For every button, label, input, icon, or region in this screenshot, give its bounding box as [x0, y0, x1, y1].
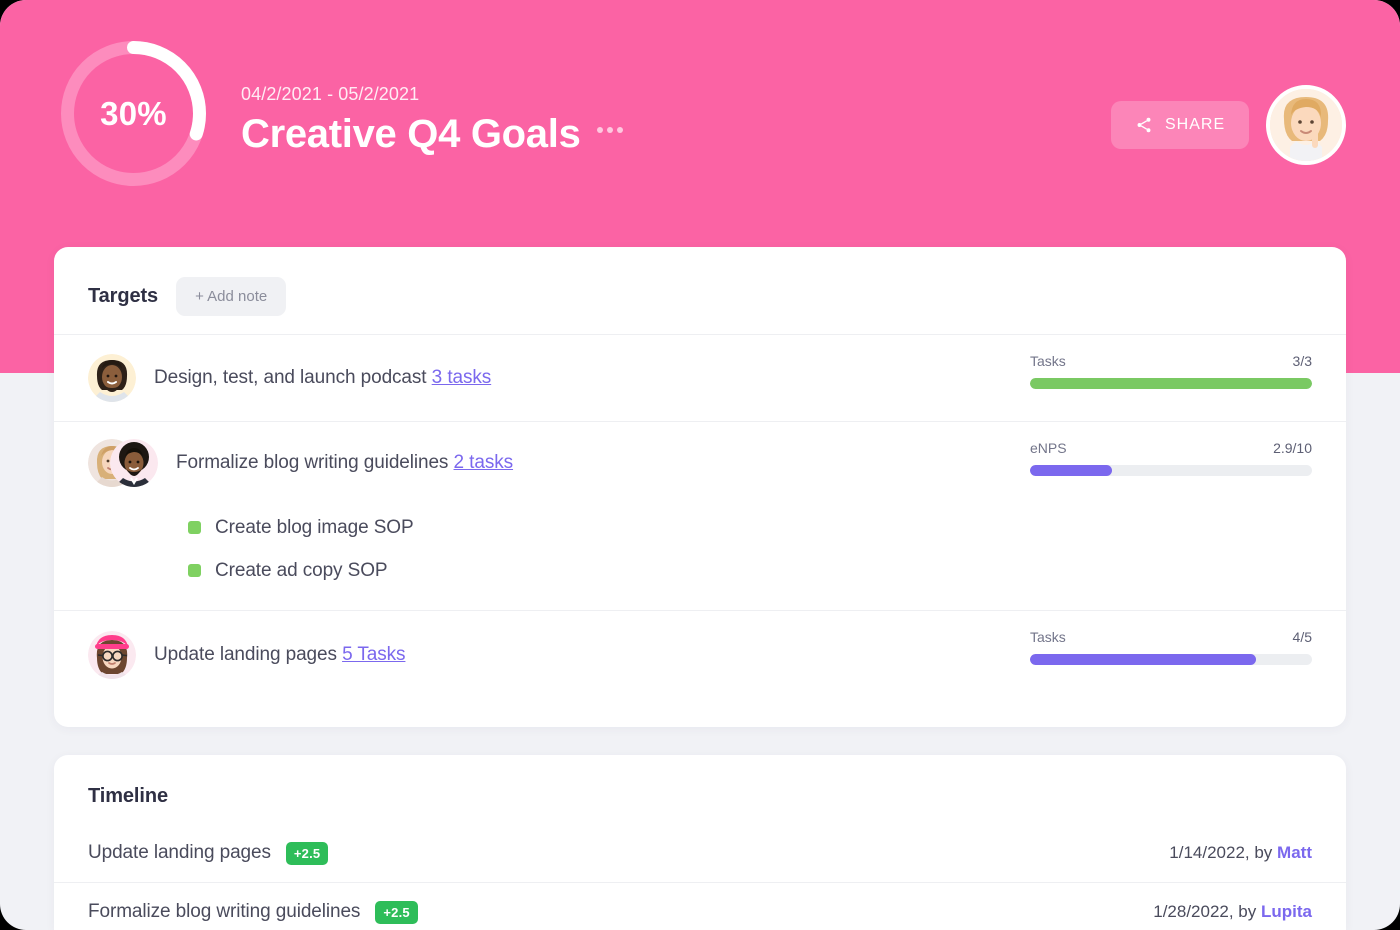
timeline-date: 1/28/2022, by [1153, 902, 1261, 921]
progress-percent-label: 30% [100, 94, 167, 132]
progress-bar-track [1030, 378, 1312, 389]
subtask-item[interactable]: Create ad copy SOP [188, 549, 1312, 592]
avatar-female-glasses-icon [88, 631, 136, 679]
subtask-label: Create ad copy SOP [215, 559, 388, 581]
target-row-text: Formalize blog writing guidelines 2 task… [176, 452, 513, 474]
target-title: Formalize blog writing guidelines [176, 452, 449, 473]
timeline-row-left: Update landing pages +2.5 [88, 841, 329, 865]
metric-value: 2.9/10 [1273, 440, 1312, 456]
target-task-link[interactable]: 3 tasks [432, 367, 492, 388]
targets-title: Targets [88, 285, 159, 307]
metric-header: Tasks 3/3 [1030, 353, 1312, 369]
share-icon [1137, 117, 1151, 133]
target-row[interactable]: Update landing pages 5 Tasks Tasks 4/5 [54, 610, 1346, 699]
targets-header: Targets + Add note [54, 247, 1346, 316]
progress-bar-track [1030, 465, 1312, 476]
progress-bar-track [1030, 654, 1312, 665]
page-title: Creative Q4 Goals [241, 112, 581, 156]
avatar-glyph [88, 354, 136, 402]
timeline-item-name: Formalize blog writing guidelines [88, 901, 361, 922]
metric-header: eNPS 2.9/10 [1030, 440, 1312, 456]
avatar-male-afro-icon [110, 439, 158, 487]
timeline-author[interactable]: Lupita [1261, 902, 1312, 921]
avatar-group [88, 439, 158, 487]
target-title: Design, test, and launch podcast [154, 367, 427, 388]
share-button-label: SHARE [1165, 116, 1226, 133]
timeline-header: Timeline [54, 755, 1346, 814]
metric-label: Tasks [1030, 629, 1066, 645]
ellipsis-icon[interactable] [596, 127, 623, 141]
timeline-row-meta: 1/14/2022, by Matt [1169, 843, 1312, 863]
timeline-row-meta: 1/28/2022, by Lupita [1153, 902, 1312, 922]
timeline-title: Timeline [88, 785, 168, 807]
avatar[interactable] [1266, 85, 1346, 165]
avatar-glyph [110, 439, 158, 487]
target-metric: Tasks 4/5 [1030, 629, 1312, 665]
metric-label: eNPS [1030, 440, 1067, 456]
avatar-male-beard-icon [88, 354, 136, 402]
title-row: Creative Q4 Goals [241, 113, 623, 155]
progress-bar-fill [1030, 465, 1112, 476]
date-range: 04/2/2021 - 05/2/2021 [241, 84, 420, 104]
timeline-row[interactable]: Formalize blog writing guidelines +2.5 1… [54, 882, 1346, 930]
target-task-link[interactable]: 5 Tasks [342, 644, 405, 665]
user-avatar-icon [1270, 89, 1342, 161]
avatar-glyph [88, 631, 136, 679]
subtask-status-icon [188, 521, 201, 534]
target-row[interactable]: Formalize blog writing guidelines 2 task… [54, 421, 1346, 610]
header-text-block: 04/2/2021 - 05/2/2021 Creative Q4 Goals [241, 84, 623, 155]
timeline-row-left: Formalize blog writing guidelines +2.5 [88, 900, 418, 924]
targets-card: Targets + Add note Design, test, and lau… [54, 247, 1346, 727]
target-title: Update landing pages [154, 644, 337, 665]
progress-ring: 30% [53, 33, 214, 194]
target-metric: eNPS 2.9/10 [1030, 440, 1312, 476]
app-page: 30% 04/2/2021 - 05/2/2021 Creative Q4 Go… [0, 0, 1400, 930]
metric-label: Tasks [1030, 353, 1066, 369]
target-metric: Tasks 3/3 [1030, 353, 1312, 389]
subtask-label: Create blog image SOP [215, 516, 414, 538]
metric-header: Tasks 4/5 [1030, 629, 1312, 645]
metric-value: 3/3 [1292, 353, 1312, 369]
subtask-item[interactable]: Create blog image SOP [188, 506, 1312, 549]
metric-value: 4/5 [1292, 629, 1312, 645]
subtask-status-icon [188, 564, 201, 577]
timeline-author[interactable]: Matt [1277, 843, 1312, 862]
timeline-date: 1/14/2022, by [1169, 843, 1278, 862]
timeline-item-name: Update landing pages [88, 842, 271, 863]
target-task-link[interactable]: 2 tasks [454, 452, 514, 473]
timeline-row[interactable]: Update landing pages +2.5 1/14/2022, by … [54, 824, 1346, 882]
target-row-text: Update landing pages 5 Tasks [154, 644, 406, 666]
target-row[interactable]: Design, test, and launch podcast 3 tasks… [54, 334, 1346, 421]
progress-bar-fill [1030, 654, 1256, 665]
timeline-card: Timeline Update landing pages +2.5 1/14/… [54, 755, 1346, 930]
timeline-score-badge: +2.5 [375, 900, 418, 924]
target-row-text: Design, test, and launch podcast 3 tasks [154, 367, 491, 389]
share-button[interactable]: SHARE [1111, 101, 1250, 149]
add-note-button[interactable]: + Add note [176, 277, 287, 316]
subtask-list: Create blog image SOP Create ad copy SOP [88, 504, 1312, 610]
progress-bar-fill [1030, 378, 1312, 389]
timeline-score-badge: +2.5 [285, 841, 329, 865]
